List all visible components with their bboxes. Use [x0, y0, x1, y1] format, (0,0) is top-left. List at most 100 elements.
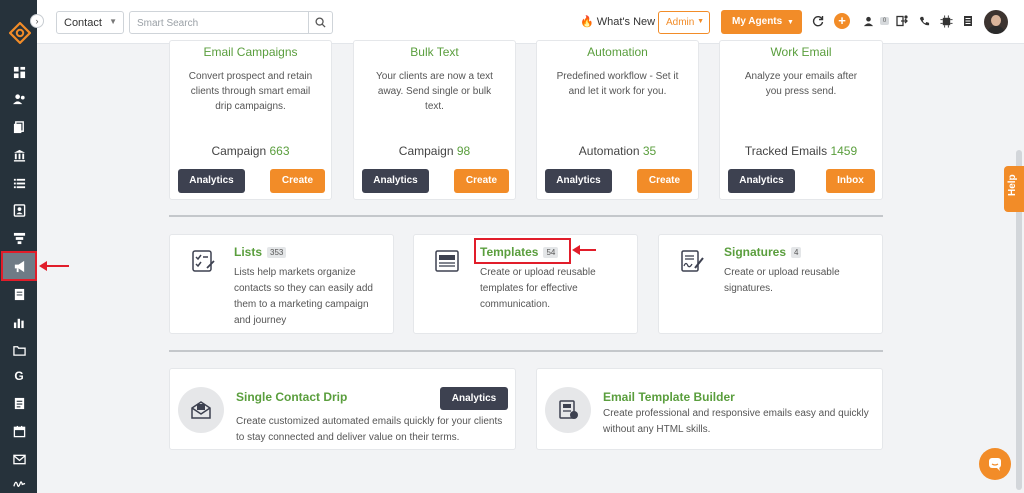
lists-card[interactable]: Lists 353 Lists help markets organize con…	[169, 234, 394, 334]
stat-label: Campaign	[398, 144, 454, 158]
checklist-icon	[192, 250, 215, 272]
template-icon	[435, 250, 459, 272]
lists-title: Lists 353	[234, 245, 287, 259]
mail-drip-icon	[191, 401, 211, 419]
automation-card: Automation Predefined workflow - Set it …	[536, 40, 699, 200]
card-stat: Tracked Emails 1459	[720, 144, 882, 158]
search-icon	[315, 17, 326, 28]
calendar-icon[interactable]	[9, 421, 29, 441]
analytics-button[interactable]: Analytics	[728, 169, 795, 193]
create-button[interactable]: Create	[637, 169, 692, 193]
documents-icon[interactable]	[9, 117, 29, 137]
signatures-count-badge: 4	[791, 247, 802, 258]
ai-chip-icon[interactable]	[938, 13, 954, 29]
signatures-title-text: Signatures	[724, 245, 787, 259]
analytics-button[interactable]: Analytics	[545, 169, 612, 193]
card-title: Work Email	[770, 45, 832, 59]
email-template-builder-card[interactable]: Email Template Builder Create profession…	[536, 368, 883, 450]
clipboard-icon[interactable]	[9, 284, 29, 304]
card-description: Convert prospect and retain clients thro…	[188, 71, 313, 112]
avatar-face	[991, 15, 1001, 26]
section-divider	[169, 215, 883, 217]
inbox-button[interactable]: Inbox	[826, 169, 875, 193]
drip-icon-circle	[178, 387, 224, 433]
logo-icon[interactable]	[9, 22, 31, 44]
analytics-button[interactable]: Analytics	[178, 169, 245, 193]
search-placeholder: Smart Search	[137, 18, 199, 29]
single-contact-drip-description: Create customized automated emails quick…	[236, 416, 503, 443]
card-title: Email Campaigns	[203, 45, 298, 59]
logout-icon[interactable]	[894, 13, 910, 29]
stat-label: Automation	[578, 144, 640, 158]
card-description: Predefined workflow - Set it and let it …	[556, 71, 679, 97]
signatures-description: Create or upload reusable signatures.	[724, 267, 840, 294]
lists-description: Lists help markets organize contacts so …	[234, 267, 373, 326]
chat-icon	[989, 458, 1001, 471]
email-template-builder-description: Create professional and responsive email…	[603, 408, 869, 435]
search-button[interactable]	[309, 11, 333, 34]
contact-select[interactable]: Contact ▼	[56, 11, 124, 34]
signature-icon[interactable]	[9, 473, 29, 493]
card-stat: Campaign 663	[170, 144, 331, 158]
flame-icon: 🔥	[580, 16, 594, 28]
templates-description: Create or upload reusable templates for …	[480, 267, 596, 310]
contact-card-icon[interactable]	[9, 200, 29, 220]
my-agents-label: My Agents	[732, 16, 783, 27]
my-agents-button[interactable]: My Agents ▼	[721, 10, 802, 34]
help-tab[interactable]: Help	[1004, 166, 1024, 212]
google-icon[interactable]: G	[9, 366, 29, 386]
sidebar: G	[0, 0, 37, 493]
card-title: Bulk Text	[410, 45, 459, 59]
stat-label: Tracked Emails	[744, 144, 828, 158]
phone-icon[interactable]	[916, 13, 932, 29]
mail-icon[interactable]	[9, 449, 29, 469]
bank-icon[interactable]	[9, 145, 29, 165]
analytics-button[interactable]: Analytics	[440, 387, 508, 410]
sidebar-annotation-arrow	[39, 261, 69, 271]
chevron-down-icon: ▼	[109, 17, 117, 26]
signatures-card[interactable]: Signatures 4 Create or upload reusable si…	[658, 234, 883, 334]
bulk-text-card: Bulk Text Your clients are now a text aw…	[353, 40, 516, 200]
single-contact-drip-title: Single Contact Drip	[236, 390, 348, 404]
email-campaigns-card: Email Campaigns Convert prospect and ret…	[169, 40, 332, 200]
dashboard-icon[interactable]	[9, 62, 29, 82]
document-icon[interactable]	[960, 13, 976, 29]
calendar-list-icon[interactable]	[9, 393, 29, 413]
create-button[interactable]: Create	[270, 169, 325, 193]
lists-title-text: Lists	[234, 245, 263, 259]
sidebar-collapse-button[interactable]: ›	[30, 14, 44, 28]
single-contact-drip-card[interactable]: Single Contact Drip Analytics Create cus…	[169, 368, 516, 450]
chevron-down-icon: ▼	[697, 18, 704, 25]
smart-search-input[interactable]: Smart Search	[129, 11, 309, 34]
help-label: Help	[1007, 174, 1018, 196]
user-icon[interactable]	[860, 13, 876, 29]
megaphone-icon[interactable]	[1, 251, 37, 281]
add-icon[interactable]: +	[834, 13, 850, 29]
stat-value: 1459	[830, 144, 858, 158]
folder-icon[interactable]	[9, 340, 29, 360]
create-button[interactable]: Create	[454, 169, 509, 193]
refresh-icon[interactable]	[810, 13, 826, 29]
contact-select-value: Contact	[64, 17, 102, 29]
chat-button[interactable]	[979, 448, 1011, 480]
stat-value: 35	[642, 144, 657, 158]
card-stat: Automation 35	[537, 144, 698, 158]
user-avatar[interactable]	[984, 10, 1008, 34]
chevron-down-icon: ▼	[786, 19, 794, 26]
work-email-card: Work Email Analyze your emails after you…	[719, 40, 883, 200]
templates-highlight-box	[474, 238, 571, 264]
stat-value: 663	[269, 144, 290, 158]
card-stat: Campaign 98	[354, 144, 515, 158]
whats-new-link[interactable]: 🔥 What's New	[580, 15, 655, 28]
admin-dropdown[interactable]: Admin ▼	[658, 11, 710, 34]
lists-count-badge: 353	[267, 247, 287, 258]
stat-value: 98	[456, 144, 471, 158]
section-divider	[169, 350, 883, 352]
chart-icon[interactable]	[9, 312, 29, 332]
admin-label: Admin	[666, 17, 695, 28]
contacts-icon[interactable]	[9, 89, 29, 109]
analytics-button[interactable]: Analytics	[362, 169, 429, 193]
list-icon[interactable]	[9, 173, 29, 193]
funnel-icon[interactable]	[9, 228, 29, 248]
signature-document-icon	[681, 250, 704, 272]
